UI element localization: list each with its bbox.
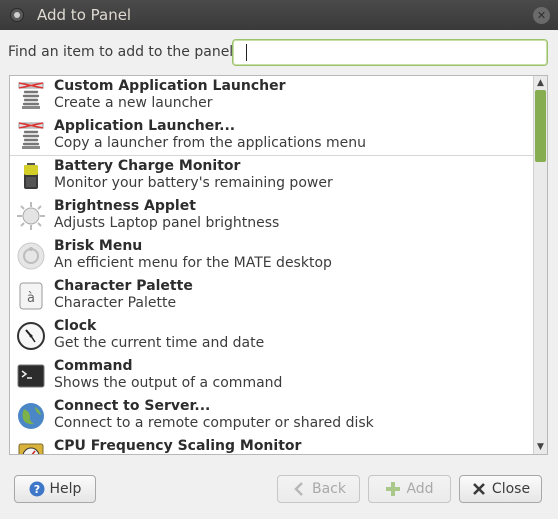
back-button-label: Back [312, 481, 346, 497]
close-button[interactable]: Close [459, 475, 542, 503]
item-desc: An efficient menu for the MATE desktop [54, 255, 332, 271]
list-item[interactable]: Brisk Menu An efficient menu for the MAT… [10, 236, 534, 276]
list-item[interactable]: Connect to Server... Connect to a remote… [10, 396, 534, 436]
item-desc: Adjusts Laptop panel brightness [54, 215, 280, 231]
help-button[interactable]: ? Help [14, 475, 96, 503]
item-name: Battery Charge Monitor [54, 158, 241, 174]
list-item[interactable]: à Character Palette Character Palette [10, 276, 534, 316]
add-to-panel-window: Add to Panel ✕ Find an item to add to th… [0, 0, 558, 519]
close-button-label: Close [491, 481, 531, 497]
add-button[interactable]: Add [368, 475, 451, 503]
svg-text:?: ? [33, 483, 39, 496]
scroll-down-arrow-icon[interactable]: ▼ [534, 440, 547, 454]
list-item[interactable]: Command Shows the output of a command [10, 356, 534, 396]
text-caret [246, 44, 247, 61]
window-title: Add to Panel [37, 6, 132, 24]
item-desc: Monitor your battery's remaining power [54, 175, 333, 191]
svg-text:à: à [27, 291, 35, 306]
cpu-gauge-icon [18, 443, 44, 454]
window-menu-icon[interactable] [10, 8, 24, 22]
terminal-icon [17, 364, 45, 388]
item-desc: Connect to a remote computer or shared d… [54, 415, 374, 431]
item-name: CPU Frequency Scaling Monitor [54, 438, 302, 454]
item-name: Application Launcher... [54, 118, 236, 134]
help-icon: ? [29, 481, 45, 497]
item-name: Connect to Server... [54, 398, 211, 414]
brightness-sun-icon [17, 202, 45, 230]
applet-list: Custom Application Launcher Create a new… [9, 75, 548, 455]
item-name: Brightness Applet [54, 198, 196, 214]
globe-icon [18, 403, 44, 429]
item-desc: Create a new launcher [54, 95, 213, 111]
search-input[interactable] [232, 39, 548, 66]
help-button-label: Help [49, 481, 82, 497]
item-name: Clock [54, 318, 97, 334]
plus-icon [386, 482, 401, 496]
find-row: Find an item to add to the panel: [8, 39, 548, 66]
item-name: Custom Application Launcher [54, 78, 286, 94]
list-item[interactable]: Brightness Applet Adjusts Laptop panel b… [10, 196, 534, 236]
find-label: Find an item to add to the panel: [8, 44, 238, 60]
launcher-spring-icon [18, 122, 44, 149]
item-desc: Copy a launcher from the applications me… [54, 135, 367, 151]
item-desc: Character Palette [54, 295, 177, 311]
launcher-spring-icon [18, 82, 44, 109]
back-button[interactable]: Back [277, 475, 360, 503]
title-bar[interactable]: Add to Panel ✕ [0, 0, 558, 30]
scroll-up-arrow-icon[interactable]: ▲ [534, 76, 547, 90]
item-name: Command [54, 358, 133, 374]
item-desc: Get the current time and date [54, 335, 265, 351]
list-item[interactable]: Custom Application Launcher Create a new… [10, 76, 534, 116]
back-arrow-icon [294, 482, 303, 496]
add-button-label: Add [406, 481, 434, 497]
item-name: Character Palette [54, 278, 193, 294]
brisk-menu-icon [17, 242, 45, 270]
scrollbar-thumb[interactable] [535, 90, 546, 162]
item-desc: Shows the output of a command [54, 375, 283, 391]
list-item[interactable]: Battery Charge Monitor Monitor your batt… [10, 156, 534, 196]
battery-icon [24, 163, 38, 189]
list-item[interactable]: CPU Frequency Scaling Monitor [10, 436, 534, 454]
list-scrollbar[interactable]: ▲ ▼ [533, 76, 547, 454]
list-item[interactable]: Clock Get the current time and date [10, 316, 534, 356]
clock-icon [17, 322, 45, 350]
item-name: Brisk Menu [54, 238, 143, 254]
close-x-icon [473, 483, 485, 495]
window-close-button[interactable]: ✕ [533, 7, 550, 24]
list-item[interactable]: Application Launcher... Copy a launcher … [10, 116, 534, 156]
character-palette-icon: à [19, 282, 43, 310]
